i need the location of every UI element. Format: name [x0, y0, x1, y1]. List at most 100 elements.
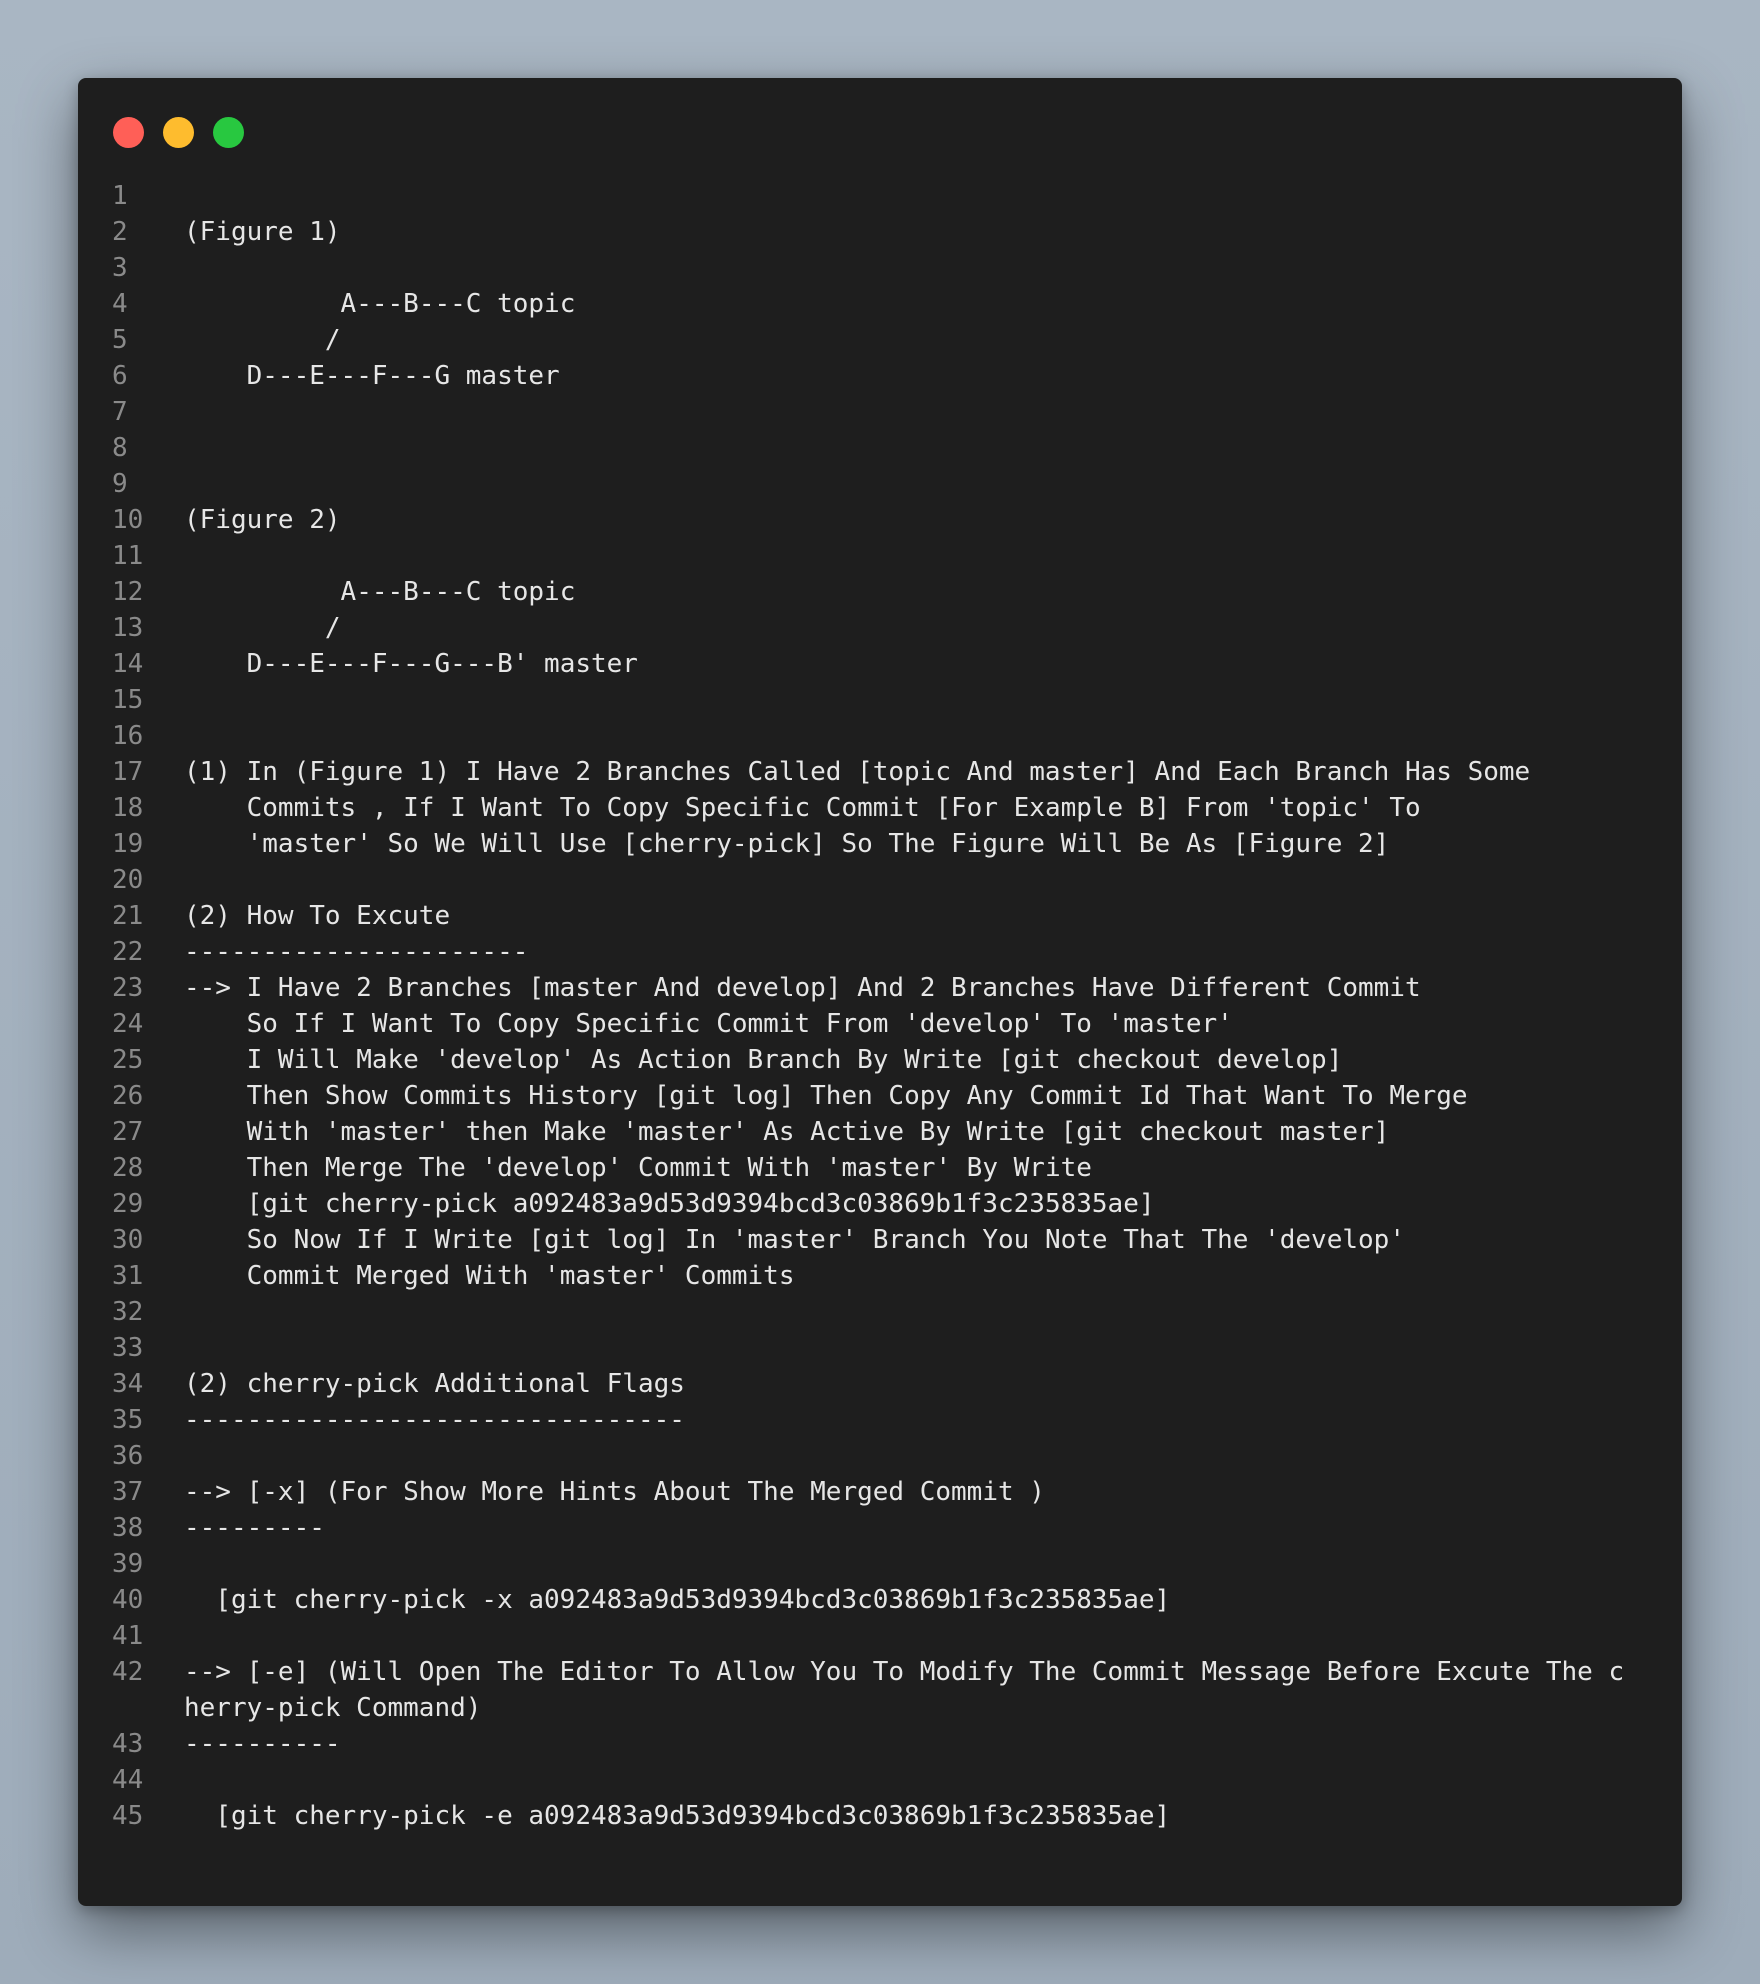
code-editor[interactable]: 1 2 (Figure 1) 3 4 A---B---C topic 5 /6 D---E… — [78, 178, 1682, 1906]
code-line: 37 --> [-x] (For Show More Hints About Th… — [78, 1474, 1682, 1510]
code-line: 5 / — [78, 322, 1682, 358]
line-number: 14 — [112, 649, 144, 679]
line-number: 27 — [112, 1117, 144, 1147]
line-number: 39 — [112, 1549, 144, 1579]
line-text: Commit Merged With 'master' Commits — [184, 1261, 795, 1291]
line-text: --> I Have 2 Branches [master And develo… — [184, 973, 1421, 1003]
line-text: 'master' So We Will Use [cherry-pick] So… — [184, 829, 1390, 859]
code-line: 39 — [78, 1546, 1682, 1582]
line-text: --> [-x] (For Show More Hints About The … — [184, 1477, 1045, 1507]
code-line: 9 — [78, 466, 1682, 502]
line-number: 36 — [112, 1441, 144, 1471]
code-line: 28 Then Merge The 'develop' Commit With … — [78, 1150, 1682, 1186]
code-line: 17 (1) In (Figure 1) I Have 2 Branches Ca… — [78, 754, 1682, 790]
code-line: 40 [git cherry-pick -x a092483a9d53d9394… — [78, 1582, 1682, 1618]
line-number: 17 — [112, 757, 144, 787]
code-line: 14 D---E---F---G---B' master — [78, 646, 1682, 682]
line-number: 25 — [112, 1045, 144, 1075]
line-text: I Will Make 'develop' As Action Branch B… — [184, 1045, 1343, 1075]
line-text: ---------------------- — [184, 937, 529, 967]
line-number: 15 — [112, 685, 144, 715]
code-line: 7 — [78, 394, 1682, 430]
line-number: 3 — [112, 253, 128, 283]
line-text: So Now If I Write [git log] In 'master' … — [184, 1225, 1405, 1255]
line-number: 35 — [112, 1405, 144, 1435]
code-line: 44 — [78, 1762, 1682, 1798]
line-number: 7 — [112, 397, 128, 427]
line-number: 33 — [112, 1333, 144, 1363]
code-line: 12 A---B---C topic — [78, 574, 1682, 610]
line-number: 10 — [112, 505, 144, 535]
line-text: A---B---C topic — [184, 577, 576, 607]
line-text: [git cherry-pick -x a092483a9d53d9394bcd… — [184, 1585, 1171, 1615]
line-number: 11 — [112, 541, 144, 571]
code-line: 22 ---------------------- — [78, 934, 1682, 970]
line-text: Then Merge The 'develop' Commit With 'ma… — [184, 1153, 1092, 1183]
window-controls — [113, 117, 244, 149]
code-line: 36 — [78, 1438, 1682, 1474]
code-line: 43 ---------- — [78, 1726, 1682, 1762]
code-line: 15 — [78, 682, 1682, 718]
code-line: 8 — [78, 430, 1682, 466]
line-text: [git cherry-pick a092483a9d53d9394bcd3c0… — [184, 1189, 1155, 1219]
line-number: 24 — [112, 1009, 144, 1039]
line-number: 5 — [112, 325, 128, 355]
code-line: 25 I Will Make 'develop' As Action Branc… — [78, 1042, 1682, 1078]
code-line: 13 / — [78, 610, 1682, 646]
line-number: 42 — [112, 1657, 144, 1687]
close-button[interactable] — [113, 117, 144, 148]
line-text: A---B---C topic — [184, 289, 576, 319]
code-line: 4 A---B---C topic — [78, 286, 1682, 322]
line-number: 20 — [112, 865, 144, 895]
line-number: 9 — [112, 469, 128, 499]
line-text: -------------------------------- — [184, 1405, 685, 1435]
code-line: 38 --------- — [78, 1510, 1682, 1546]
code-line: 20 — [78, 862, 1682, 898]
code-line: 1 — [78, 178, 1682, 214]
line-number: 2 — [112, 217, 128, 247]
line-number: 13 — [112, 613, 144, 643]
line-number: 28 — [112, 1153, 144, 1183]
maximize-button[interactable] — [213, 117, 244, 148]
line-text: (2) How To Excute — [184, 901, 451, 931]
line-text: [git cherry-pick -e a092483a9d53d9394bcd… — [184, 1801, 1171, 1831]
line-number: 12 — [112, 577, 144, 607]
code-line: 32 — [78, 1294, 1682, 1330]
line-text: --> [-e] (Will Open The Editor To Allow … — [184, 1657, 1625, 1723]
line-text: (Figure 1) — [184, 217, 341, 247]
line-number: 44 — [112, 1765, 144, 1795]
code-line: 16 — [78, 718, 1682, 754]
code-line: 31 Commit Merged With 'master' Commits — [78, 1258, 1682, 1294]
line-text: (Figure 2) — [184, 505, 341, 535]
line-number: 6 — [112, 361, 128, 391]
line-number: 8 — [112, 433, 128, 463]
line-number: 34 — [112, 1369, 144, 1399]
line-number: 19 — [112, 829, 144, 859]
code-line: 42 --> [-e] (Will Open The Editor To Allo… — [78, 1654, 1682, 1726]
code-line: 41 — [78, 1618, 1682, 1654]
code-line: 6 D---E---F---G master — [78, 358, 1682, 394]
line-text: So If I Want To Copy Specific Commit Fro… — [184, 1009, 1233, 1039]
code-line: 3 — [78, 250, 1682, 286]
code-line: 27 With 'master' then Make 'master' As A… — [78, 1114, 1682, 1150]
code-line: 45 [git cherry-pick -e a092483a9d53d9394… — [78, 1798, 1682, 1834]
code-line: 35 -------------------------------- — [78, 1402, 1682, 1438]
line-text: D---E---F---G---B' master — [184, 649, 638, 679]
code-line: 2 (Figure 1) — [78, 214, 1682, 250]
code-line: 29 [git cherry-pick a092483a9d53d9394bcd… — [78, 1186, 1682, 1222]
minimize-button[interactable] — [163, 117, 194, 148]
line-number: 4 — [112, 289, 128, 319]
line-number: 31 — [112, 1261, 144, 1291]
line-text: --------- — [184, 1513, 325, 1543]
line-text: / — [184, 613, 341, 643]
code-line: 24 So If I Want To Copy Specific Commit … — [78, 1006, 1682, 1042]
line-text: (1) In (Figure 1) I Have 2 Branches Call… — [184, 757, 1531, 787]
line-number: 23 — [112, 973, 144, 1003]
line-number: 45 — [112, 1801, 144, 1831]
line-number: 16 — [112, 721, 144, 751]
line-number: 43 — [112, 1729, 144, 1759]
code-line: 18 Commits , If I Want To Copy Specific … — [78, 790, 1682, 826]
line-number: 18 — [112, 793, 144, 823]
line-number: 22 — [112, 937, 144, 967]
code-line: 10 (Figure 2) — [78, 502, 1682, 538]
